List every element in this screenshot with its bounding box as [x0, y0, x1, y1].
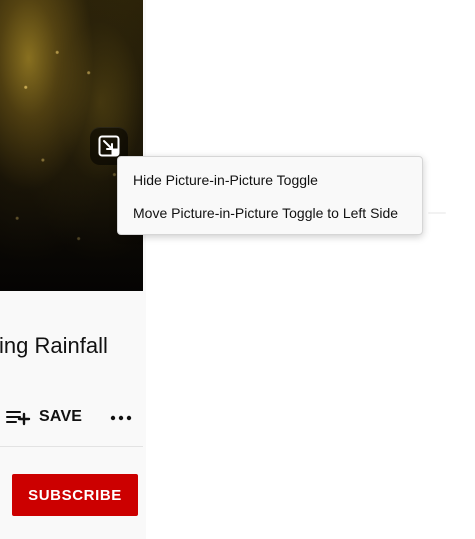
save-button[interactable]: SAVE [6, 404, 82, 430]
menu-item-hide-pip-toggle[interactable]: Hide Picture-in-Picture Toggle [118, 163, 422, 196]
more-horizontal-icon[interactable] [108, 408, 134, 428]
picture-in-picture-icon [98, 135, 120, 157]
section-divider [0, 446, 143, 447]
playlist-add-icon [6, 411, 31, 426]
pip-context-menu: Hide Picture-in-Picture Toggle Move Pict… [117, 156, 423, 235]
save-label: SAVE [39, 408, 83, 425]
subscribe-label: SUBSCRIBE [28, 486, 122, 504]
video-title: ing Rainfall [0, 333, 108, 358]
video-actions: SAVE [0, 404, 143, 432]
menu-item-label: Move Picture-in-Picture Toggle to Left S… [133, 204, 399, 221]
video-player[interactable] [0, 0, 143, 291]
menu-item-label: Hide Picture-in-Picture Toggle [133, 171, 318, 188]
menu-edge-artifact [428, 212, 446, 214]
subscribe-button[interactable]: SUBSCRIBE [12, 474, 138, 516]
youtube-watch-panel: ing Rainfall SAVE SUBSCRIBE [0, 0, 146, 539]
menu-item-move-pip-toggle-left[interactable]: Move Picture-in-Picture Toggle to Left S… [118, 196, 422, 229]
